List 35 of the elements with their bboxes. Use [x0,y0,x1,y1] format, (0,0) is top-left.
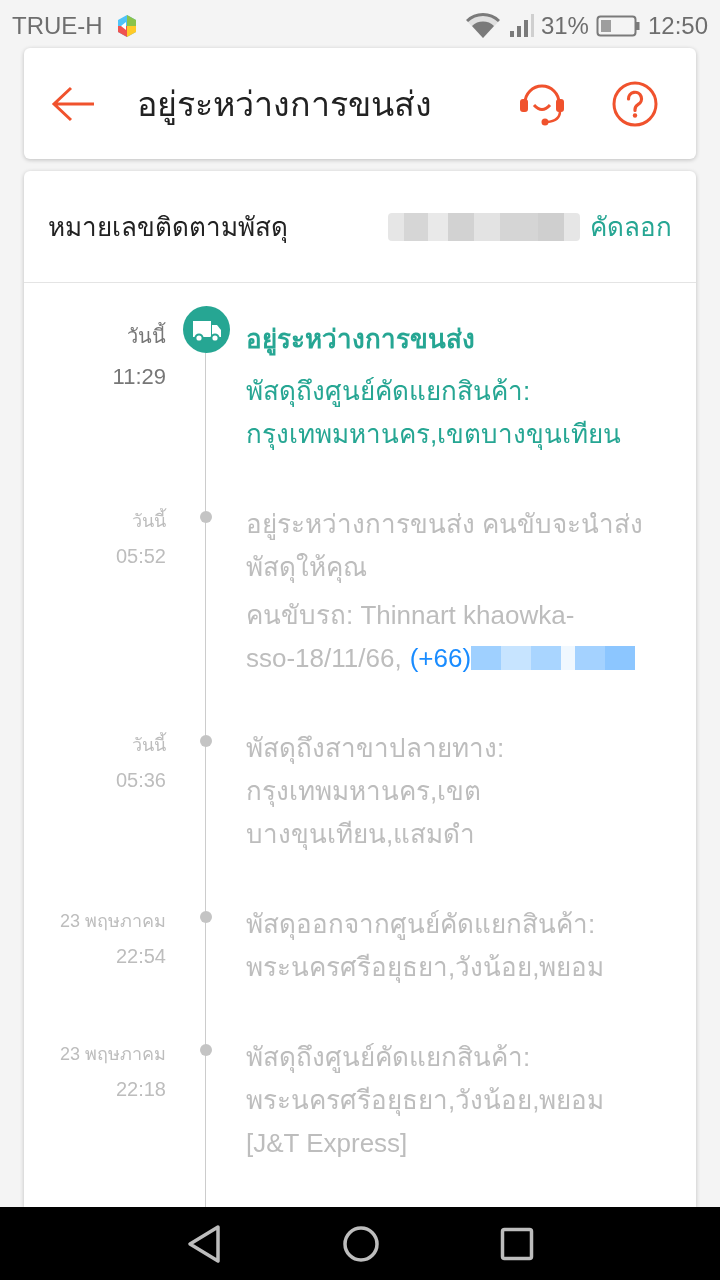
event-description: พัสดุถึงศูนย์คัดแยกสินค้า: กรุงเทพมหานคร,เขตบางขุนเทียน [246,375,623,452]
page-title: อยู่ระหว่างการขนส่ง [137,83,433,126]
event-time: 22:54 [114,944,166,969]
help-icon [612,80,658,127]
signal-icon [508,14,535,38]
back-arrow-icon [51,85,95,122]
event-time: 05:36 [114,768,166,793]
wifi-icon [465,13,500,39]
battery-icon [595,15,640,37]
copy-button[interactable]: คัดลอก [590,209,672,244]
recent-apps-icon[interactable] [500,1226,534,1261]
back-icon[interactable] [186,1223,222,1264]
event-description: พัสดุถึงศูนย์คัดแยกสินค้า: พระนครศรีอยุธยา,วังน้อย,พยอม [J&T Express] [246,1041,606,1160]
event-date: 23 พฤษภาคม [58,1043,166,1066]
event-description: พัสดุออกจากศูนย์คัดแยกสินค้า: พระนครศรีอยุธยา,วังน้อย,พยอม [246,908,606,985]
event-date: 23 พฤษภาคม [58,910,166,933]
tracking-number-label: หมายเลขติดตามพัสดุ [48,211,289,245]
app-notification-icon [115,14,138,38]
event-date: วันนี้ [24,503,166,539]
back-button[interactable] [51,85,95,122]
home-icon[interactable] [342,1224,380,1263]
event-date: วันนี้ [24,727,166,763]
battery-percentage: 31% [540,11,589,41]
carrier-name: TRUE-H [12,11,103,41]
event-description: อยู่ระหว่างการขนส่ง คนขับจะนำส่ง พัสดุให้คุณ [246,508,645,585]
driver-info-text: คนขับรถ: Thinnart khaowka- sso-18/11/66, (+66) [246,594,684,680]
event-description: พัสดุถึงสาขาปลายทาง: กรุงเทพมหานคร,เขต บางขุนเทียน,แสมดำ [246,732,506,852]
phone-link[interactable]: (+66) [409,643,472,673]
event-date: วันนี้ [24,316,166,356]
event-time: 11:29 [111,363,166,391]
event-status-title: อยู่ระหว่างการขนส่ง [246,323,476,358]
help-button[interactable] [612,80,658,127]
status-time: 12:50 [647,11,708,41]
event-time: 22:18 [114,1077,166,1102]
event-time: 05:52 [114,544,166,569]
